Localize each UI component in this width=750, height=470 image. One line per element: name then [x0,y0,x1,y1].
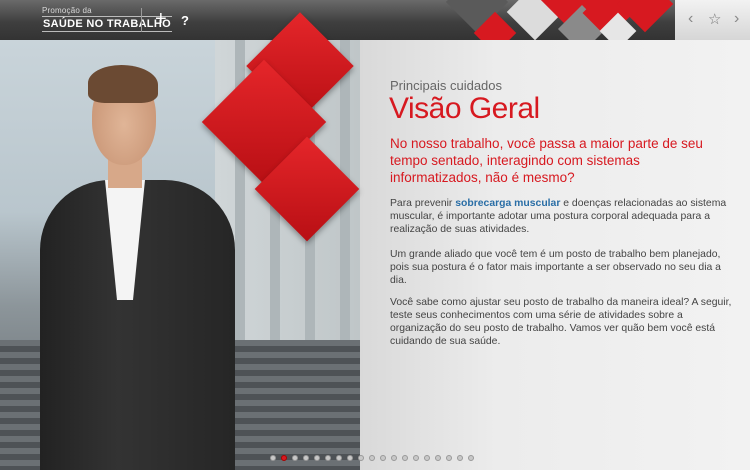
content-panel: Principais cuidados Visão Geral No nosso… [360,40,750,470]
brand-logo: Promoção da SAÚDE NO TRABALHO [42,6,172,32]
paragraph-2: Um grande aliado que você tem é um posto… [390,249,721,286]
favorite-star-icon[interactable]: ☆ [708,10,721,30]
muscle-overload-link[interactable]: sobrecarga muscular [455,198,560,209]
paragraph-1: Para prevenir sobrecarga muscular e doen… [390,197,735,236]
page-dot[interactable] [270,455,276,461]
lead-question: No nosso trabalho, você passa a maior pa… [390,136,703,185]
page-dot[interactable] [325,455,331,461]
page-dot[interactable] [358,455,364,461]
page-dot[interactable] [391,455,397,461]
page-dot[interactable] [314,455,320,461]
page-dot[interactable] [413,455,419,461]
page-title: Visão Geral [389,92,540,125]
page-dot[interactable] [292,455,298,461]
page-dot[interactable] [347,455,353,461]
page-dot[interactable] [369,455,375,461]
page-dot[interactable] [336,455,342,461]
page-dot[interactable] [468,455,474,461]
page-dot[interactable] [281,455,287,461]
brand-title: SAÚDE NO TRABALHO [42,16,172,32]
page-dot[interactable] [402,455,408,461]
help-icon[interactable]: ? [181,11,189,31]
previous-page-icon[interactable]: ‹ [688,9,693,29]
page-dot[interactable] [435,455,441,461]
section-kicker: Principais cuidados [390,78,503,93]
paragraph-1-start: Para prevenir [390,198,456,209]
page-dot[interactable] [424,455,430,461]
brand-subtitle: Promoção da [42,6,92,15]
paragraph-3: Você sabe como ajustar seu posto de trab… [390,297,732,347]
page-dot[interactable] [303,455,309,461]
page-indicator [270,455,474,461]
top-bar: Promoção da SAÚDE NO TRABALHO + ? ‹ ☆ › [0,0,750,40]
man-hair [88,65,158,103]
header-divider [141,8,142,32]
page-dot[interactable] [457,455,463,461]
page-dot[interactable] [446,455,452,461]
add-icon[interactable]: + [155,9,167,29]
page-dot[interactable] [380,455,386,461]
next-page-icon[interactable]: › [734,9,739,29]
